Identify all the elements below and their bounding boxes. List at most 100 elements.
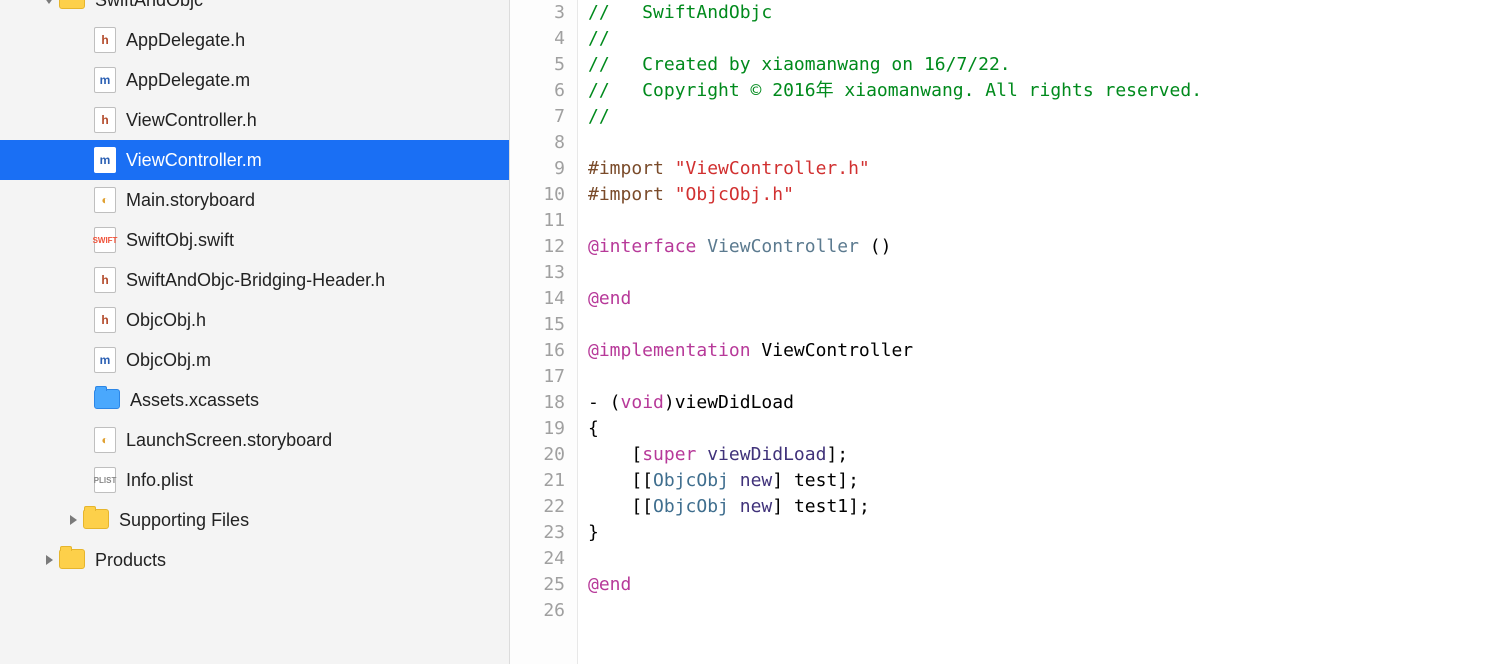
file-row[interactable]: h ViewController.h xyxy=(0,100,509,140)
line-number: 4 xyxy=(510,26,565,52)
file-row[interactable]: m AppDelegate.m xyxy=(0,60,509,100)
file-row[interactable]: SWIFT SwiftObj.swift xyxy=(0,220,509,260)
line-number: 8 xyxy=(510,130,565,156)
line-number: 22 xyxy=(510,494,565,520)
plist-file-icon: PLIST xyxy=(94,467,116,493)
code-line[interactable]: - (void)viewDidLoad xyxy=(588,390,1508,416)
code-line[interactable] xyxy=(588,208,1508,234)
disclosure-triangle-right-icon[interactable] xyxy=(42,553,56,567)
folder-row-root[interactable]: SwiftAndObjc xyxy=(0,0,509,20)
file-row[interactable]: h ObjcObj.h xyxy=(0,300,509,340)
line-number: 13 xyxy=(510,260,565,286)
file-row[interactable]: Assets.xcassets xyxy=(0,380,509,420)
line-number: 23 xyxy=(510,520,565,546)
code-line[interactable]: @implementation ViewController xyxy=(588,338,1508,364)
code-area[interactable]: // SwiftAndObjc//// Created by xiaomanwa… xyxy=(578,0,1508,664)
line-number: 6 xyxy=(510,78,565,104)
code-line[interactable] xyxy=(588,546,1508,572)
line-number: 26 xyxy=(510,598,565,624)
file-label: SwiftAndObjc-Bridging-Header.h xyxy=(126,270,385,291)
folder-icon xyxy=(59,549,85,571)
line-number: 21 xyxy=(510,468,565,494)
h-file-icon: h xyxy=(94,107,116,133)
line-number: 16 xyxy=(510,338,565,364)
project-navigator[interactable]: SwiftAndObjc h AppDelegate.h m AppDelegate.… xyxy=(0,0,510,664)
code-line[interactable]: // Created by xiaomanwang on 16/7/22. xyxy=(588,52,1508,78)
file-label: ViewController.h xyxy=(126,110,257,131)
line-number: 14 xyxy=(510,286,565,312)
file-label: Main.storyboard xyxy=(126,190,255,211)
line-number-gutter: 3456789101112131415161718192021222324252… xyxy=(510,0,578,664)
file-label: Info.plist xyxy=(126,470,193,491)
file-row[interactable]: m ViewController.m xyxy=(0,140,509,180)
code-line[interactable]: // xyxy=(588,26,1508,52)
file-label: Assets.xcassets xyxy=(130,390,259,411)
folder-label: Supporting Files xyxy=(119,510,249,531)
disclosure-triangle-right-icon[interactable] xyxy=(66,513,80,527)
file-row[interactable]: ◐ Main.storyboard xyxy=(0,180,509,220)
code-line[interactable] xyxy=(588,260,1508,286)
code-line[interactable]: [super viewDidLoad]; xyxy=(588,442,1508,468)
line-number: 9 xyxy=(510,156,565,182)
file-row[interactable]: h AppDelegate.h xyxy=(0,20,509,60)
code-line[interactable]: // Copyright © 2016年 xiaomanwang. All ri… xyxy=(588,78,1508,104)
sb-file-icon: ◐ xyxy=(94,427,116,453)
folder-row-supporting-files[interactable]: Supporting Files xyxy=(0,500,509,540)
code-line[interactable]: #import "ViewController.h" xyxy=(588,156,1508,182)
swift-file-icon: SWIFT xyxy=(94,227,116,253)
line-number: 7 xyxy=(510,104,565,130)
file-row[interactable]: ◐ LaunchScreen.storyboard xyxy=(0,420,509,460)
code-line[interactable]: [[ObjcObj new] test]; xyxy=(588,468,1508,494)
line-number: 15 xyxy=(510,312,565,338)
file-label: ObjcObj.h xyxy=(126,310,206,331)
line-number: 19 xyxy=(510,416,565,442)
file-label: SwiftObj.swift xyxy=(126,230,234,251)
code-line[interactable]: #import "ObjcObj.h" xyxy=(588,182,1508,208)
code-line[interactable]: } xyxy=(588,520,1508,546)
line-number: 11 xyxy=(510,208,565,234)
line-number: 24 xyxy=(510,546,565,572)
line-number: 20 xyxy=(510,442,565,468)
file-row[interactable]: m ObjcObj.m xyxy=(0,340,509,380)
code-line[interactable]: @interface ViewController () xyxy=(588,234,1508,260)
h-file-icon: h xyxy=(94,307,116,333)
disclosure-triangle-down-icon[interactable] xyxy=(42,0,56,7)
folder-row-products[interactable]: Products xyxy=(0,540,509,580)
code-line[interactable]: @end xyxy=(588,286,1508,312)
folder-icon xyxy=(83,509,109,531)
folder-label: Products xyxy=(95,550,166,571)
code-line[interactable]: [[ObjcObj new] test1]; xyxy=(588,494,1508,520)
file-row[interactable]: PLIST Info.plist xyxy=(0,460,509,500)
file-label: ObjcObj.m xyxy=(126,350,211,371)
line-number: 12 xyxy=(510,234,565,260)
code-line[interactable]: @end xyxy=(588,572,1508,598)
source-editor[interactable]: 3456789101112131415161718192021222324252… xyxy=(510,0,1508,664)
code-line[interactable]: // SwiftAndObjc xyxy=(588,0,1508,26)
file-label: AppDelegate.m xyxy=(126,70,250,91)
file-label: ViewController.m xyxy=(126,150,262,171)
m-file-icon: m xyxy=(94,67,116,93)
code-line[interactable] xyxy=(588,598,1508,624)
m-file-icon: m xyxy=(94,147,116,173)
code-line[interactable] xyxy=(588,364,1508,390)
folder-label: SwiftAndObjc xyxy=(95,0,203,11)
h-file-icon: h xyxy=(94,267,116,293)
code-line[interactable] xyxy=(588,312,1508,338)
code-line[interactable] xyxy=(588,130,1508,156)
m-file-icon: m xyxy=(94,347,116,373)
line-number: 3 xyxy=(510,0,565,26)
line-number: 5 xyxy=(510,52,565,78)
line-number: 10 xyxy=(510,182,565,208)
file-label: LaunchScreen.storyboard xyxy=(126,430,332,451)
h-file-icon: h xyxy=(94,27,116,53)
code-line[interactable]: { xyxy=(588,416,1508,442)
line-number: 17 xyxy=(510,364,565,390)
file-row[interactable]: h SwiftAndObjc-Bridging-Header.h xyxy=(0,260,509,300)
code-line[interactable]: // xyxy=(588,104,1508,130)
line-number: 18 xyxy=(510,390,565,416)
assets-folder-icon xyxy=(94,389,120,411)
sb-file-icon: ◐ xyxy=(94,187,116,213)
file-label: AppDelegate.h xyxy=(126,30,245,51)
line-number: 25 xyxy=(510,572,565,598)
folder-icon xyxy=(59,0,85,11)
